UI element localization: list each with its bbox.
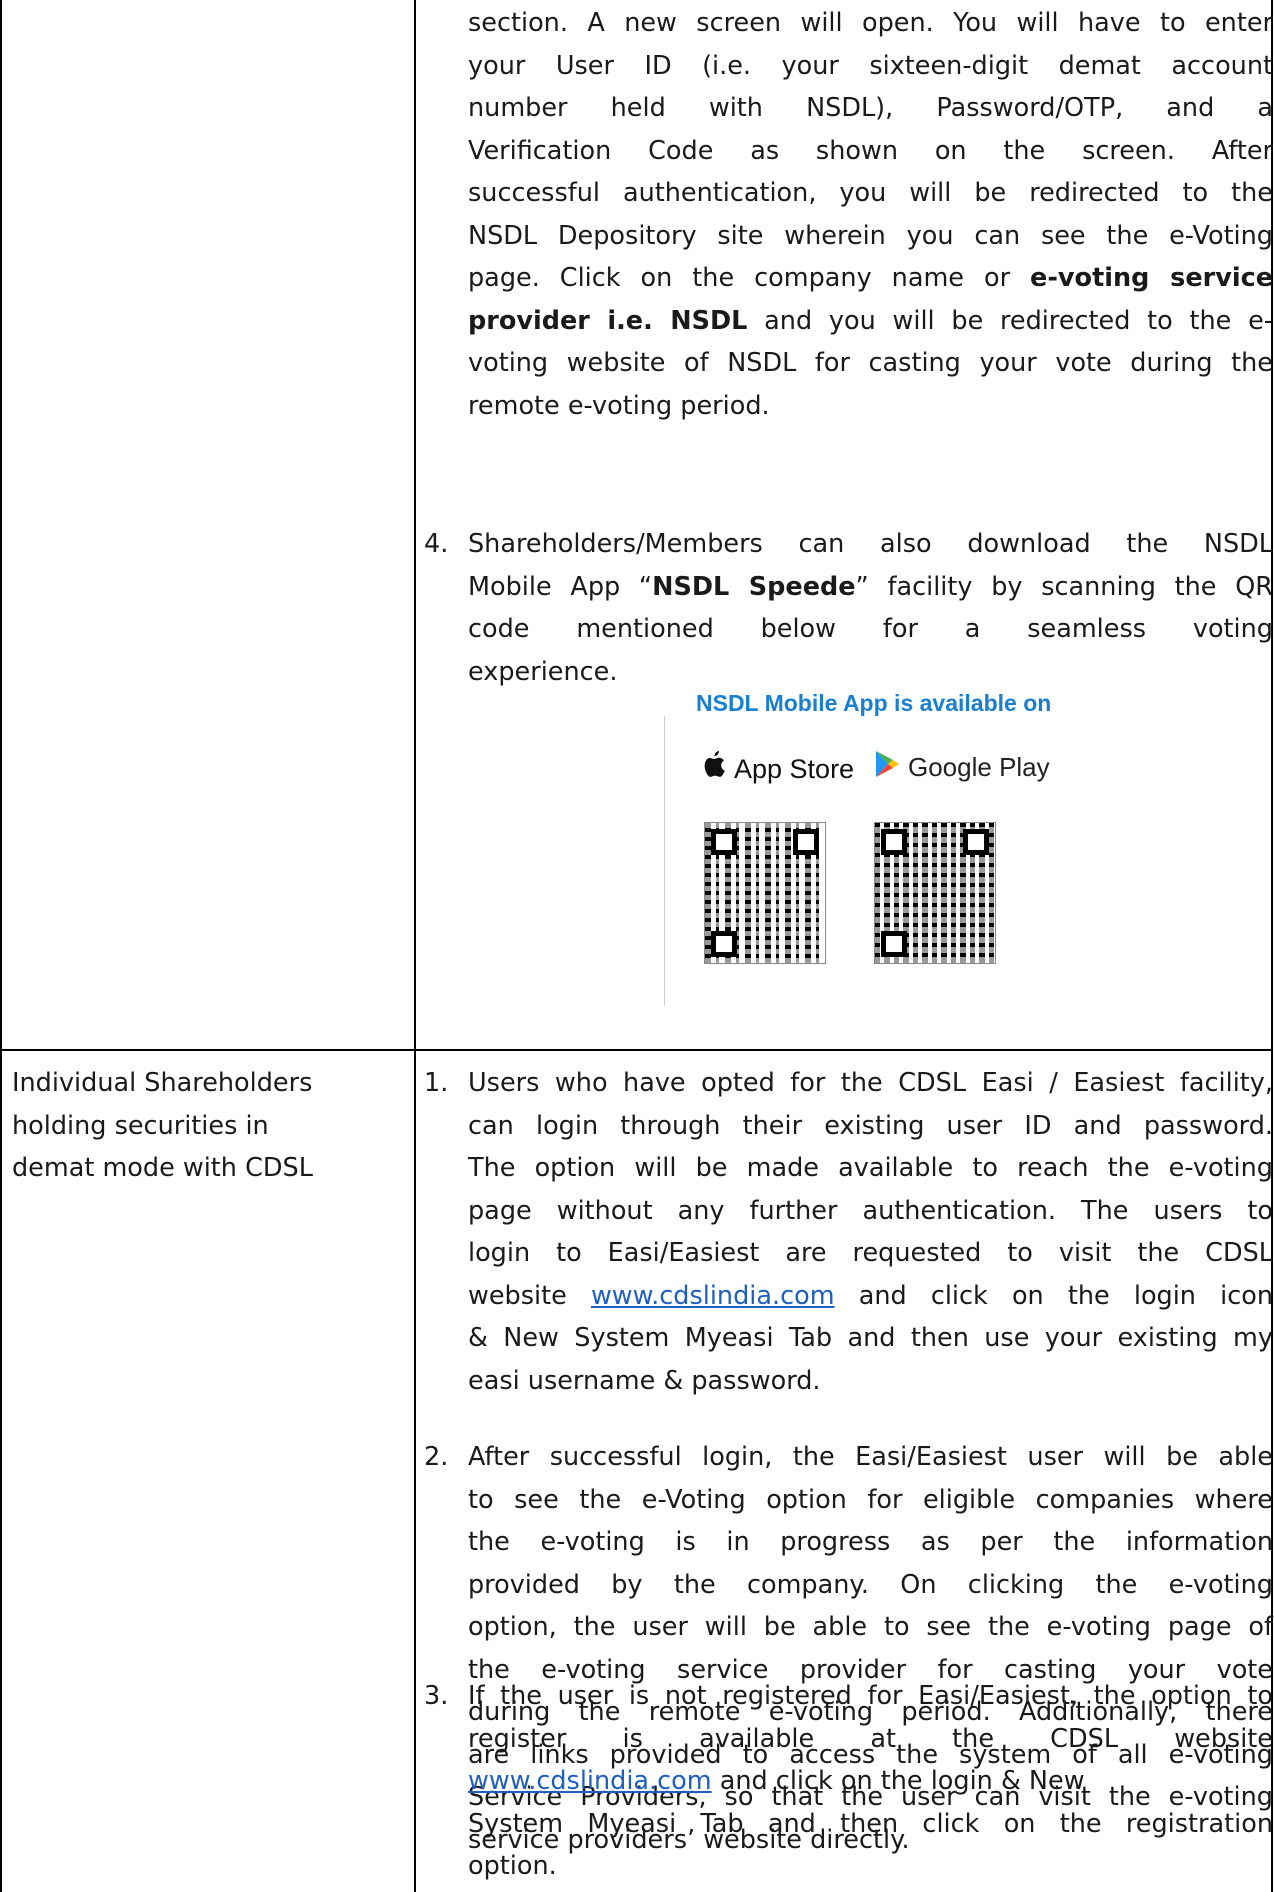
- cdsl-category-label: Individual Shareholders holding securiti…: [12, 1068, 313, 1183]
- list-number: 4.: [424, 529, 449, 559]
- table-left-border: [0, 0, 2, 1892]
- table-column-divider: [414, 0, 416, 1892]
- google-play-icon: [874, 750, 900, 785]
- promo-title: NSDL Mobile App is available on: [696, 690, 1052, 716]
- list-number: 2.: [424, 1442, 449, 1472]
- cdsl-step-1: 1. Users who have opted for the CDSL Eas…: [424, 1062, 1273, 1402]
- cdsl-website-link[interactable]: www.cdslindia.com: [591, 1281, 835, 1311]
- promo-divider: [664, 716, 665, 1006]
- google-play-label: Google Play: [908, 752, 1050, 782]
- list-number: 1.: [424, 1068, 449, 1098]
- google-play-qr-code: [874, 822, 996, 964]
- nsdl-app-promo: NSDL Mobile App is available on App Stor…: [664, 690, 1084, 1020]
- table-row-divider: [0, 1049, 1273, 1051]
- app-store-qr-code: [704, 822, 826, 964]
- nsdl-step-3-continued: section. A new screen will open. You wil…: [468, 8, 1273, 421]
- nsdl-step-4: 4. Shareholders/Members can also downloa…: [424, 523, 1273, 693]
- app-store-label: App Store: [734, 754, 855, 784]
- voting-instructions-table: section. A new screen will open. You wil…: [0, 0, 1274, 1892]
- cdsl-step-3: 3. If the user is not registered for Eas…: [424, 1675, 1273, 1888]
- apple-icon: [700, 750, 728, 789]
- list-number: 3.: [424, 1681, 449, 1711]
- cdsl-registration-link[interactable]: www.cdslindia.com: [468, 1766, 712, 1796]
- app-store-link[interactable]: App Store: [700, 750, 854, 789]
- google-play-link[interactable]: Google Play: [874, 750, 1050, 785]
